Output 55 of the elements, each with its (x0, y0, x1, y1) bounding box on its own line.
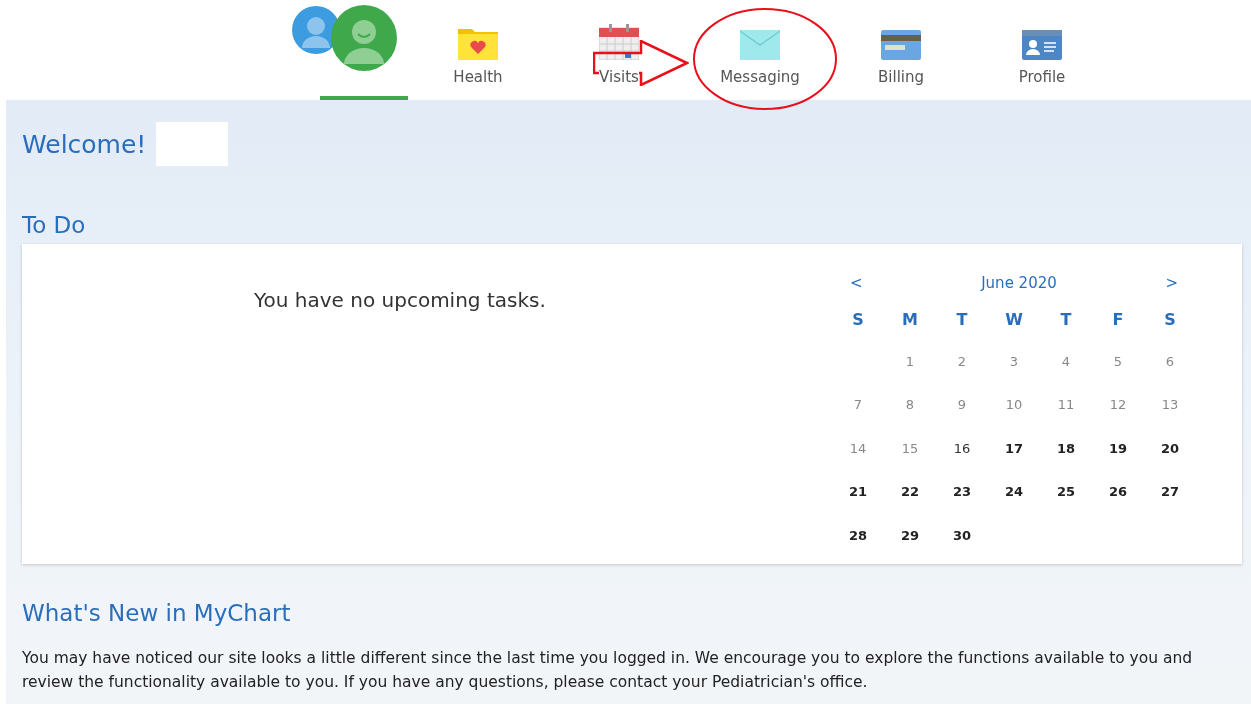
calendar-day[interactable]: 6 (1144, 353, 1196, 397)
calendar-day[interactable]: 27 (1144, 484, 1196, 528)
calendar-day[interactable]: 4 (1040, 353, 1092, 397)
weekday-label: F (1111, 310, 1125, 331)
section-heading: To Do (22, 212, 87, 238)
weekday-label: M (901, 310, 919, 331)
calendar-day[interactable]: 21 (832, 484, 884, 528)
calendar-day[interactable]: 5 (1092, 353, 1144, 397)
calendar-day[interactable]: 22 (884, 484, 936, 528)
calendar-day[interactable]: 19 (1092, 440, 1144, 484)
calendar-day[interactable]: 23 (936, 484, 988, 528)
news-paragraph: You may have noticed our site looks a little different since the last time you logged in. We encourage you to explore the functions available to you and review the functionality available to you. If you have any questions, please contact your Pediatrician's office. (22, 648, 1194, 693)
calendar-day[interactable]: 10 (988, 397, 1040, 441)
calendar-day[interactable]: 16 (936, 440, 988, 484)
calendar-day[interactable]: 3 (988, 353, 1040, 397)
calendar-day[interactable]: 17 (988, 440, 1040, 484)
calendar-icon (599, 24, 639, 60)
calendar-day[interactable]: 8 (884, 397, 936, 441)
calendar-day[interactable]: 9 (936, 397, 988, 441)
welcome-heading: Welcome! (22, 129, 147, 159)
calendar-day[interactable]: 29 (884, 527, 936, 571)
calendar-day[interactable]: 12 (1092, 397, 1144, 441)
calendar-day[interactable]: 26 (1092, 484, 1144, 528)
calendar-day[interactable]: 18 (1040, 440, 1092, 484)
calendar-day[interactable]: 14 (832, 440, 884, 484)
calendar-day[interactable]: 24 (988, 484, 1040, 528)
weekday-label: W (1004, 310, 1024, 331)
nav-tab[interactable]: Profile (998, 0, 1086, 100)
calendar-day[interactable]: 13 (1144, 397, 1196, 441)
calendar-day[interactable]: 20 (1144, 440, 1196, 484)
weekday-label: T (1059, 310, 1073, 331)
id-card-icon (1022, 30, 1062, 60)
calendar-day[interactable]: 30 (936, 527, 988, 571)
section-heading: What's New in MyChart (22, 600, 292, 626)
calendar-day[interactable]: 11 (1040, 397, 1092, 441)
calendar-day[interactable]: 7 (832, 397, 884, 441)
weekday-label: S (1163, 310, 1177, 331)
calendar-day[interactable]: 25 (1040, 484, 1092, 528)
empty-message: You have no upcoming tasks. (254, 288, 546, 314)
nav-tab[interactable]: Messaging (716, 0, 804, 100)
nav-tab[interactable]: Visits (575, 0, 663, 100)
nav-tab[interactable]: Health (434, 0, 522, 100)
weekday-label: T (955, 310, 969, 331)
calendar-day[interactable]: 2 (936, 353, 988, 397)
calendar-day[interactable]: 1 (884, 353, 936, 397)
envelope-icon (740, 30, 780, 60)
folder-heart-icon (458, 26, 498, 60)
month-title: June 2020 (981, 274, 1057, 292)
weekday-label: S (851, 310, 865, 331)
nav-tab[interactable]: Billing (857, 0, 945, 100)
calendar-day[interactable]: 28 (832, 527, 884, 571)
next-month-link[interactable]: > (1165, 274, 1178, 292)
credit-card-icon (881, 30, 921, 60)
calendar-day[interactable]: 15 (884, 440, 936, 484)
previous-month-link[interactable]: < (850, 274, 863, 292)
